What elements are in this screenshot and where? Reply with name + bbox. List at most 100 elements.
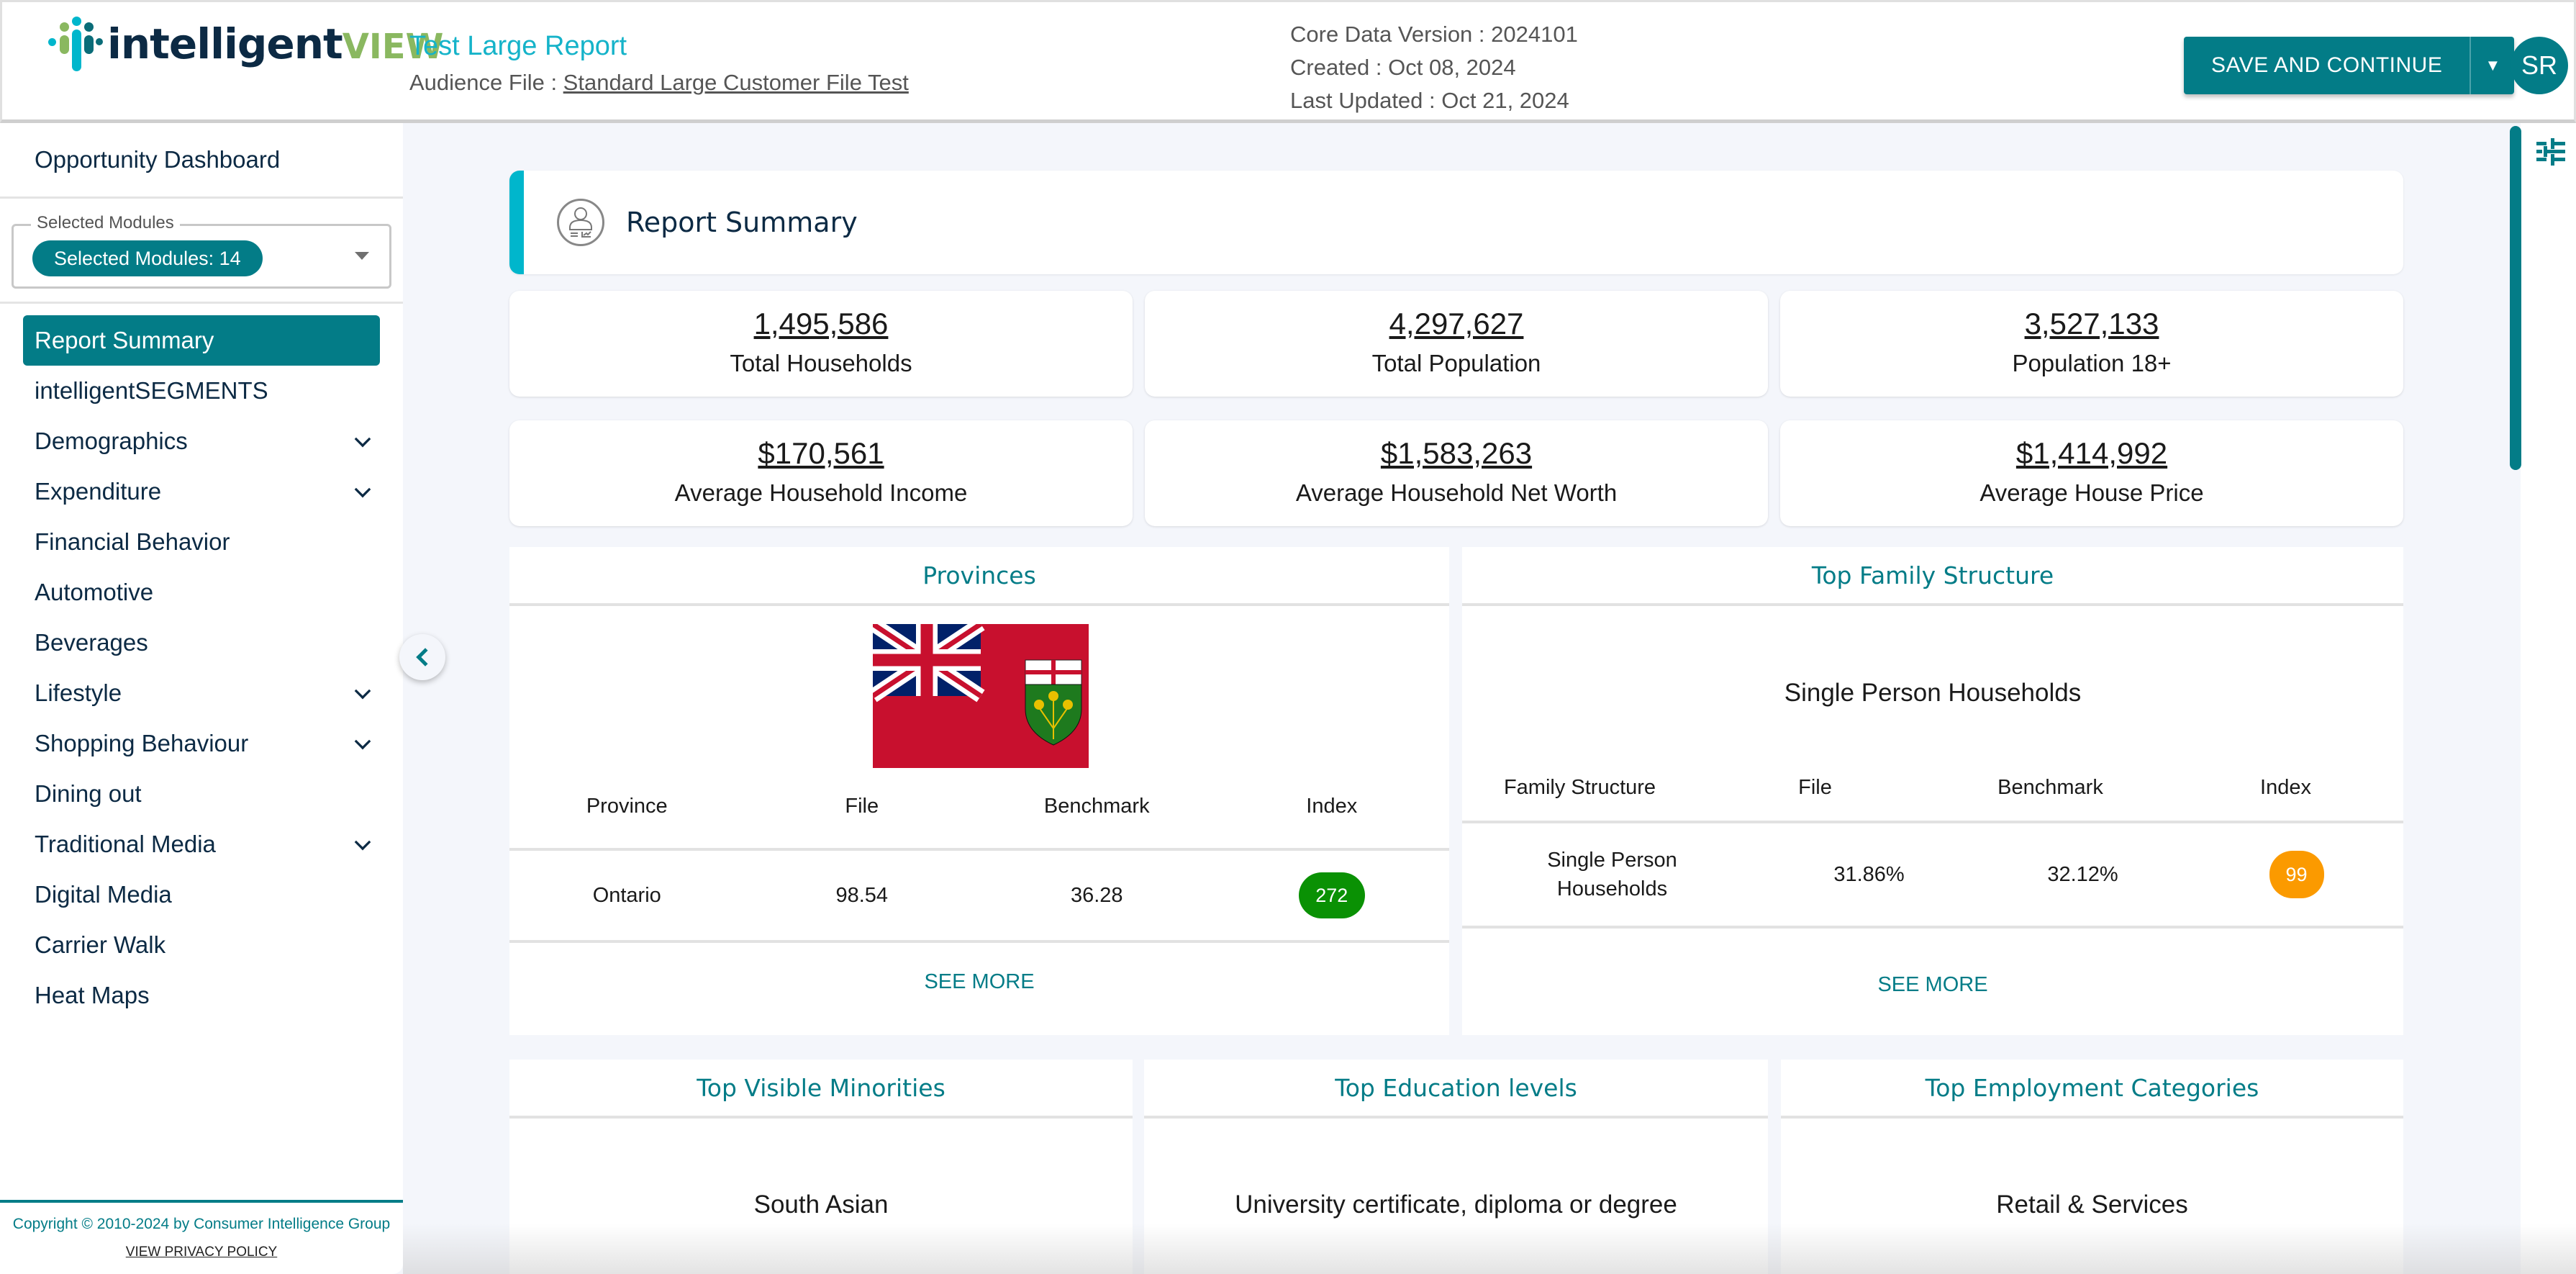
chevron-down-icon[interactable]	[354, 682, 371, 700]
stat-value[interactable]: 1,495,586	[754, 307, 889, 341]
report-summary-header: Report Summary	[509, 171, 2403, 274]
save-and-continue-button[interactable]: SAVE AND CONTINUE	[2184, 37, 2470, 94]
user-avatar[interactable]: SR	[2511, 37, 2568, 94]
chevron-down-icon[interactable]	[354, 481, 371, 498]
stat-value[interactable]: $1,414,992	[2016, 436, 2167, 471]
caret-down-icon: ▼	[2485, 56, 2501, 74]
sidebar-item-heat-maps[interactable]: Heat Maps	[23, 970, 380, 1021]
chevron-down-icon[interactable]	[354, 733, 371, 750]
intelligentview-logo[interactable]: intelligentVIEW	[48, 17, 444, 71]
logo-text: intelligentVIEW	[107, 19, 444, 68]
card-value: South Asian	[753, 1191, 889, 1219]
column-header: Family Structure	[1503, 775, 1656, 799]
sidebar-item-label: Demographics	[35, 428, 188, 454]
family-see-more-button[interactable]: SEE MORE	[1462, 973, 2403, 997]
file-value: 31.86%	[1833, 862, 1905, 886]
sidebar-item-label: Lifestyle	[35, 679, 122, 706]
selected-modules-select[interactable]: Selected Modules Selected Modules: 14	[12, 213, 391, 289]
report-meta: Core Data Version : 2024101 Created : Oc…	[1290, 18, 1578, 117]
sidebar-item-label: Automotive	[35, 579, 154, 605]
sidebar-item-lifestyle[interactable]: Lifestyle	[23, 668, 380, 718]
sidebar-nav: Report Summary intelligentSEGMENTS Demog…	[0, 304, 403, 1021]
benchmark-value: 32.12%	[2047, 862, 2118, 886]
card-value: University certificate, diploma or degre…	[1235, 1191, 1677, 1219]
logo-mark-icon	[48, 17, 103, 71]
sidebar-item-traditional-media[interactable]: Traditional Media	[23, 819, 380, 869]
sidebar-item-label: Carrier Walk	[35, 931, 166, 958]
sidebar: Opportunity Dashboard Selected Modules S…	[0, 123, 403, 1274]
selected-modules-legend: Selected Modules	[31, 213, 180, 233]
top-visible-minorities-card: Top Visible Minorities South Asian	[509, 1060, 1133, 1274]
sidebar-item-label: Beverages	[35, 629, 148, 656]
column-header: File	[1798, 775, 1832, 799]
stat-value[interactable]: $1,583,263	[1381, 436, 1532, 471]
top-education-levels-card: Top Education levels University certific…	[1144, 1060, 1768, 1274]
family-structure-panel: Top Family Structure Single Person House…	[1462, 547, 2403, 1035]
privacy-policy-link[interactable]: VIEW PRIVACY POLICY	[126, 1244, 277, 1260]
sidebar-item-label: intelligentSEGMENTS	[35, 377, 268, 404]
provinces-see-more-button[interactable]: SEE MORE	[509, 970, 1449, 994]
family-structure-table: Family Structure File Benchmark Index Si…	[1462, 754, 2403, 929]
stat-value[interactable]: 4,297,627	[1389, 307, 1524, 341]
index-badge: 272	[1298, 872, 1365, 918]
sidebar-item-beverages[interactable]: Beverages	[23, 618, 380, 668]
stat-label: Total Households	[730, 350, 912, 376]
sidebar-item-label: Traditional Media	[35, 831, 216, 857]
copyright-text: Copyright © 2010-2024 by Consumer Intell…	[12, 1216, 391, 1232]
top-header: intelligentVIEW Test Large Report Audien…	[0, 0, 2576, 123]
save-options-dropdown-button[interactable]: ▼	[2470, 37, 2515, 94]
stat-card-avg-household-net-worth: $1,583,263 Average Household Net Worth	[1145, 420, 1768, 526]
selected-modules-chip[interactable]: Selected Modules: 14	[32, 240, 263, 276]
index-cell: 99	[2190, 851, 2403, 898]
audience-file-link[interactable]: Standard Large Customer File Test	[563, 70, 909, 95]
dropdown-arrow-icon[interactable]	[355, 252, 369, 260]
sidebar-item-label: Expenditure	[35, 478, 162, 505]
right-filter-rail	[2521, 123, 2576, 1274]
chevron-down-icon[interactable]	[354, 833, 371, 851]
sidebar-item-automotive[interactable]: Automotive	[23, 567, 380, 618]
sidebar-footer: Copyright © 2010-2024 by Consumer Intell…	[0, 1200, 403, 1274]
section-title: Report Summary	[626, 207, 858, 238]
sidebar-item-expenditure[interactable]: Expenditure	[23, 466, 380, 517]
sidebar-item-label: Shopping Behaviour	[35, 730, 249, 756]
save-button-group: SAVE AND CONTINUE ▼	[2184, 37, 2515, 94]
ontario-flag-icon	[873, 624, 1089, 768]
top-family-structure-value: Single Person Households	[1784, 679, 2082, 707]
stat-label: Average Household Income	[674, 479, 968, 506]
table-row: Single Person Households 31.86% 32.12% 9…	[1462, 823, 2403, 929]
sidebar-item-dining-out[interactable]: Dining out	[23, 769, 380, 819]
sidebar-item-digital-media[interactable]: Digital Media	[23, 869, 380, 920]
stat-card-avg-house-price: $1,414,992 Average House Price	[1780, 420, 2403, 526]
stat-value[interactable]: 3,527,133	[2025, 307, 2159, 341]
panel-title: Top Family Structure	[1462, 547, 2403, 606]
sidebar-item-report-summary[interactable]: Report Summary	[23, 315, 380, 366]
filter-sliders-icon[interactable]	[2536, 138, 2565, 166]
sidebar-item-label: Financial Behavior	[35, 528, 230, 555]
stat-label: Average Household Net Worth	[1295, 479, 1618, 506]
stat-card-population-18plus: 3,527,133 Population 18+	[1780, 291, 2403, 397]
sidebar-item-financial-behavior[interactable]: Financial Behavior	[23, 517, 380, 567]
column-header: Benchmark	[1043, 794, 1150, 818]
stat-card-total-population: 4,297,627 Total Population	[1145, 291, 1768, 397]
sidebar-item-demographics[interactable]: Demographics	[23, 416, 380, 466]
province-name: Ontario	[592, 883, 661, 907]
main-scrollbar-thumb[interactable]	[2510, 126, 2521, 470]
chevron-down-icon[interactable]	[354, 430, 371, 448]
opportunity-dashboard-link[interactable]: Opportunity Dashboard	[0, 123, 403, 199]
column-header: Index	[1306, 794, 1358, 818]
created-date: Created : Oct 08, 2024	[1290, 55, 1516, 80]
sidebar-item-label: Report Summary	[35, 327, 214, 353]
stat-card-total-households: 1,495,586 Total Households	[509, 291, 1133, 397]
collapse-sidebar-button[interactable]	[399, 634, 445, 680]
sidebar-item-carrier-walk[interactable]: Carrier Walk	[23, 920, 380, 970]
column-header: Index	[2260, 775, 2311, 799]
provinces-table: Province File Benchmark Index Ontario 98…	[509, 764, 1449, 943]
column-header: File	[845, 794, 879, 818]
sidebar-item-shopping-behaviour[interactable]: Shopping Behaviour	[23, 718, 380, 769]
index-badge: 99	[2269, 851, 2324, 898]
stat-value[interactable]: $170,561	[758, 436, 884, 471]
card-value: Retail & Services	[1996, 1191, 2188, 1219]
sidebar-item-label: Heat Maps	[35, 982, 150, 1008]
column-header: Province	[586, 794, 668, 818]
sidebar-item-intelligentsegments[interactable]: intelligentSEGMENTS	[23, 366, 380, 416]
